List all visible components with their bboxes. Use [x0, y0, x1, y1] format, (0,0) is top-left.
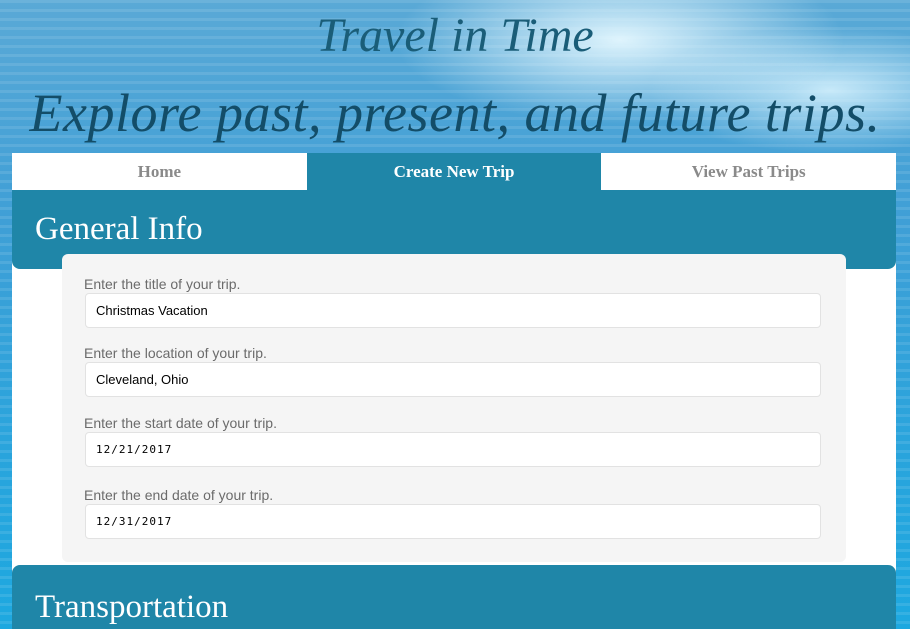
- main-content: General Info Enter the title of your tri…: [12, 190, 896, 629]
- trip-start-date-input[interactable]: [85, 432, 821, 467]
- trip-start-date-label: Enter the start date of your trip.: [84, 415, 277, 431]
- nav-tab-view-past-trips[interactable]: View Past Trips: [601, 153, 896, 190]
- transportation-header[interactable]: Transportation: [12, 565, 896, 629]
- nav-tab-create-new-trip[interactable]: Create New Trip: [306, 153, 602, 190]
- site-title: Travel in Time: [316, 9, 594, 62]
- main-nav: Home Create New Trip View Past Trips: [12, 153, 896, 190]
- trip-location-input[interactable]: [85, 362, 821, 397]
- trip-end-date-input[interactable]: [85, 504, 821, 539]
- trip-title-input[interactable]: [85, 293, 821, 328]
- trip-end-date-label: Enter the end date of your trip.: [84, 487, 274, 503]
- site-subtitle: Explore past, present, and future trips.: [29, 83, 881, 143]
- trip-location-label: Enter the location of your trip.: [84, 345, 267, 361]
- nav-tab-home[interactable]: Home: [12, 153, 307, 190]
- trip-title-label: Enter the title of your trip.: [84, 276, 241, 292]
- general-info-form: Enter the title of your trip. Enter the …: [62, 254, 846, 562]
